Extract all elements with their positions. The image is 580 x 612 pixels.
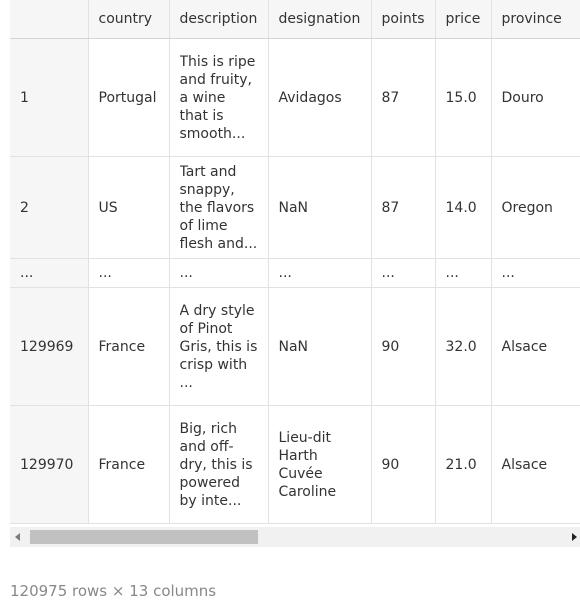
- cell-country: France: [88, 287, 170, 406]
- column-header-country: country: [88, 0, 170, 39]
- cell-description: Tart and snappy, the flavors of lime fle…: [169, 156, 269, 259]
- row-index: 2: [10, 156, 89, 259]
- cell-province: Oregon: [491, 156, 580, 259]
- cell-province: ...: [491, 258, 580, 288]
- column-header-price: price: [435, 0, 492, 39]
- cell-points: 87: [371, 156, 436, 259]
- row-index: 129969: [10, 287, 89, 406]
- cell-description-text: Big, rich and off-dry, this is powered b…: [179, 420, 253, 509]
- dataframe-output[interactable]: country description designation points p…: [10, 0, 580, 548]
- table-row: 129970 France Big, rich and off-dry, thi…: [10, 405, 580, 524]
- cell-province: Douro: [491, 38, 580, 157]
- cell-designation: Avidagos: [268, 38, 372, 157]
- cell-country: US: [88, 156, 170, 259]
- scroll-left-arrow-icon[interactable]: [15, 533, 20, 541]
- row-index: 1: [10, 38, 89, 157]
- cell-country: ...: [88, 258, 170, 288]
- dataframe-shape-summary: 120975 rows × 13 columns: [10, 582, 217, 600]
- scroll-right-arrow-icon[interactable]: [572, 533, 577, 541]
- cell-description: ...: [169, 258, 269, 288]
- cell-description-text: Tart and snappy, the flavors of lime fle…: [179, 163, 258, 252]
- cell-price: 14.0: [435, 156, 492, 259]
- cell-designation: ...: [268, 258, 372, 288]
- cell-country: Portugal: [88, 38, 170, 157]
- cell-designation: NaN: [268, 156, 372, 259]
- horizontal-scrollbar[interactable]: [10, 527, 580, 547]
- cell-province: Alsace: [491, 405, 580, 524]
- cell-description: This is ripe and fruity, a wine that is …: [169, 38, 269, 157]
- dataframe-table: country description designation points p…: [10, 0, 580, 524]
- cell-country: France: [88, 405, 170, 524]
- cell-designation: NaN: [268, 287, 372, 406]
- row-index: ...: [10, 258, 89, 288]
- cell-description: Big, rich and off-dry, this is powered b…: [169, 405, 269, 524]
- cell-points: ...: [371, 258, 436, 288]
- index-header: [10, 0, 89, 39]
- header-row: country description designation points p…: [10, 0, 580, 39]
- table-row: 2 US Tart and snappy, the flavors of lim…: [10, 156, 580, 259]
- cell-points: 87: [371, 38, 436, 157]
- column-header-description: description: [169, 0, 269, 39]
- column-header-points: points: [371, 0, 436, 39]
- cell-description: A dry style of Pinot Gris, this is crisp…: [169, 287, 269, 406]
- ellipsis-row: ... ... ... ... ... ... ...: [10, 258, 580, 288]
- cell-description-text: This is ripe and fruity, a wine that is …: [179, 53, 256, 142]
- cell-designation: Lieu-dit Harth Cuvée Caroline: [268, 405, 372, 524]
- scrollbar-thumb[interactable]: [30, 530, 258, 544]
- cell-price: 21.0: [435, 405, 492, 524]
- cell-province: Alsace: [491, 287, 580, 406]
- column-header-province: province: [491, 0, 580, 39]
- column-header-designation: designation: [268, 0, 372, 39]
- cell-points: 90: [371, 287, 436, 406]
- cell-price: 32.0: [435, 287, 492, 406]
- cell-price: ...: [435, 258, 492, 288]
- row-index: 129970: [10, 405, 89, 524]
- table-row: 1 Portugal This is ripe and fruity, a wi…: [10, 38, 580, 157]
- cell-price: 15.0: [435, 38, 492, 157]
- table-row: 129969 France A dry style of Pinot Gris,…: [10, 287, 580, 406]
- cell-points: 90: [371, 405, 436, 524]
- cell-description-text: A dry style of Pinot Gris, this is crisp…: [179, 302, 258, 391]
